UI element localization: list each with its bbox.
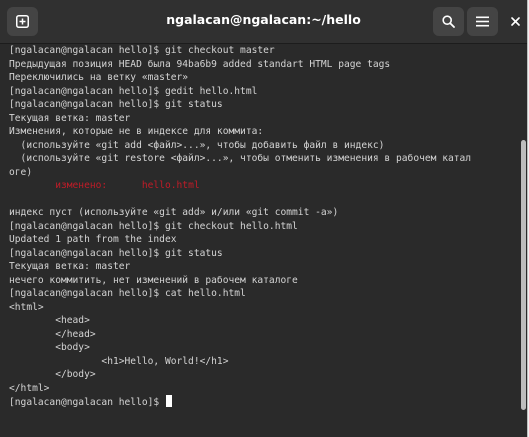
search-button[interactable] xyxy=(433,7,464,36)
terminal-line: (используйте «git add <файл>...», чтобы … xyxy=(9,139,385,151)
terminal-line: Изменения, которые не в индексе для комм… xyxy=(9,126,264,137)
text-cursor xyxy=(165,395,172,407)
new-tab-icon xyxy=(16,15,29,28)
terminal-window: ngalacan@ngalacan:~/hello [ngalacan@ngal… xyxy=(0,0,528,437)
terminal-line: Переключились на ветку «master» xyxy=(9,72,189,83)
terminal-line: [ngalacan@ngalacan hello]$ git checkout … xyxy=(9,220,298,232)
terminal-prompt-line: [ngalacan@ngalacan hello]$ xyxy=(9,395,523,409)
terminal-line: <h1>Hello, World!</h1> xyxy=(9,355,229,367)
terminal-line: (используйте «git restore <файл>...», чт… xyxy=(9,153,472,164)
header-bar: ngalacan@ngalacan:~/hello xyxy=(0,0,527,44)
new-tab-button[interactable] xyxy=(7,7,38,36)
terminal-line: <head> xyxy=(9,315,90,326)
modified-file: hello.html xyxy=(141,180,200,191)
terminal-line: </body> xyxy=(9,369,96,380)
terminal-line: нечего коммитить, нет изменений в рабоче… xyxy=(9,274,298,286)
menu-button[interactable] xyxy=(467,7,498,36)
terminal-line: [ngalacan@ngalacan hello]$ gedit hello.h… xyxy=(9,85,258,97)
terminal-line: Текущая ветка: master xyxy=(9,112,131,124)
terminal-line: [ngalacan@ngalacan hello]$ git checkout … xyxy=(9,45,275,56)
terminal-line: Текущая ветка: master xyxy=(9,261,131,272)
terminal-line: </html> xyxy=(9,382,50,394)
terminal-line: Предыдущая позиция HEAD была 94ba6b9 add… xyxy=(9,58,391,70)
terminal-line: индекс пуст (используйте «git add» и/или… xyxy=(9,207,339,218)
modified-label: изменено: xyxy=(9,180,142,191)
terminal-line: [ngalacan@ngalacan hello]$ cat hello.htm… xyxy=(9,288,246,299)
terminal-line: [ngalacan@ngalacan hello]$ git status xyxy=(9,99,223,110)
search-icon xyxy=(442,15,455,28)
hamburger-menu-icon xyxy=(476,16,489,27)
terminal-line: <body> xyxy=(9,342,90,353)
terminal-output[interactable]: [ngalacan@ngalacan hello]$ git checkout … xyxy=(0,44,527,437)
terminal-prompt: [ngalacan@ngalacan hello]$ xyxy=(9,397,165,408)
terminal-line: </head> xyxy=(9,328,96,340)
close-icon xyxy=(510,16,520,26)
terminal-line: <html> xyxy=(9,301,44,313)
terminal-line: [ngalacan@ngalacan hello]$ git status xyxy=(9,247,223,259)
scrollbar[interactable] xyxy=(521,140,526,410)
close-button[interactable] xyxy=(508,14,522,28)
terminal-line: оге) xyxy=(9,166,33,178)
terminal-line-modified: изменено: hello.html xyxy=(9,179,523,193)
terminal-line: Updated 1 path from the index xyxy=(9,234,177,245)
